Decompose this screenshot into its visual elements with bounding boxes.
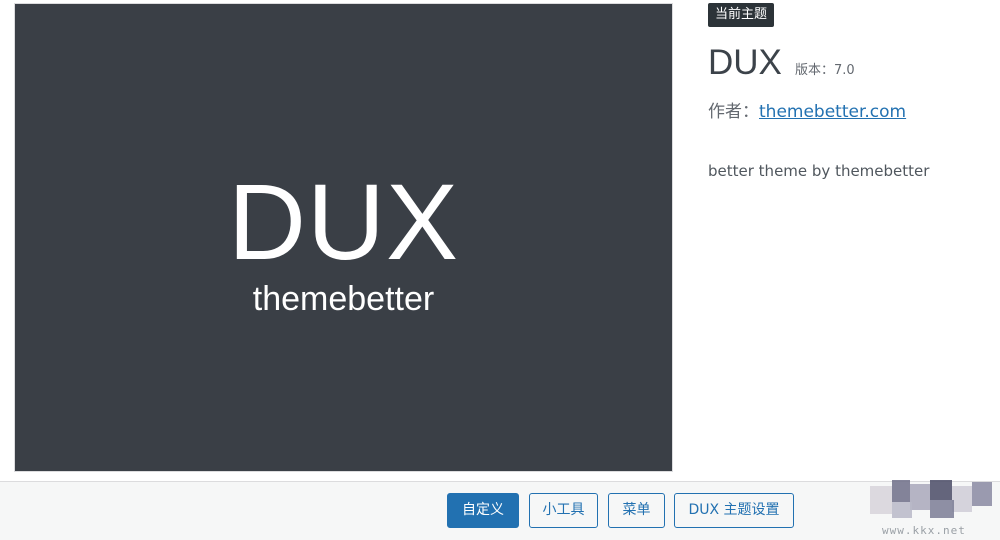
theme-name-heading: DUX 版本：7.0 (708, 42, 855, 84)
menus-button[interactable]: 菜单 (608, 493, 665, 528)
theme-description: better theme by themebetter (708, 162, 930, 180)
watermark-pixel (910, 484, 930, 510)
watermark-pixel (892, 502, 912, 518)
watermark-pixel (952, 486, 972, 512)
watermark-pixel (930, 500, 954, 518)
site-watermark: www.kkx.net (870, 480, 996, 538)
watermark-text: www.kkx.net (882, 524, 966, 537)
theme-actions-bar: 自定义 小工具 菜单 DUX 主题设置 (0, 481, 1000, 540)
theme-version: 版本：7.0 (795, 63, 855, 78)
theme-title: DUX (708, 43, 782, 82)
screenshot-logo-subtitle: themebetter (252, 280, 435, 318)
theme-settings-button[interactable]: DUX 主题设置 (674, 493, 794, 528)
watermark-pixel (870, 486, 892, 514)
customize-button[interactable]: 自定义 (447, 493, 519, 528)
watermark-pixel (930, 480, 952, 500)
theme-author: 作者：themebetter.com (708, 100, 906, 124)
theme-author-label: 作者： (708, 102, 759, 122)
watermark-pixel (892, 480, 910, 502)
widgets-button[interactable]: 小工具 (529, 493, 598, 528)
theme-screenshot: DUX themebetter (14, 3, 673, 472)
watermark-pixel (972, 482, 992, 506)
theme-author-link[interactable]: themebetter.com (759, 102, 906, 122)
current-theme-badge: 当前主题 (708, 3, 775, 27)
screenshot-logo-title: DUX (227, 161, 460, 282)
